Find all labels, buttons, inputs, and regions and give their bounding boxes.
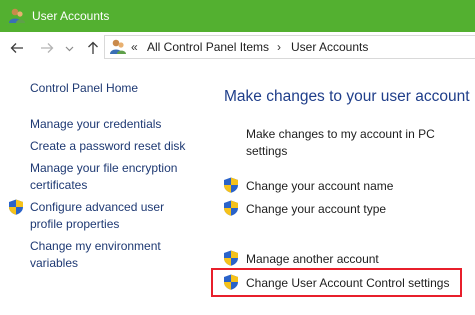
manage-another-account-link[interactable]: Manage another account: [246, 251, 379, 268]
recent-locations-button[interactable]: [59, 38, 79, 58]
link-line: Configure advanced user: [30, 200, 165, 214]
link-line: certificates: [30, 178, 88, 192]
link-line: Make changes to my account in PC: [246, 127, 435, 141]
back-button[interactable]: [7, 38, 27, 58]
link-line: settings: [246, 144, 288, 158]
pc-settings-link[interactable]: Make changes to my account in PC setting…: [246, 126, 435, 160]
chevron-down-icon: [65, 46, 73, 51]
breadcrumb-all-control-panel-items[interactable]: All Control Panel Items: [147, 40, 269, 54]
breadcrumb-separator[interactable]: ›: [277, 40, 281, 54]
breadcrumb-user-accounts[interactable]: User Accounts: [291, 40, 368, 54]
file-encryption-certificates-link[interactable]: Manage your file encryption certificates: [30, 160, 177, 194]
arrow-right-icon: [41, 43, 54, 53]
title-bar: User Accounts: [0, 0, 475, 32]
control-panel-home-link[interactable]: Control Panel Home: [30, 80, 138, 97]
manage-credentials-link[interactable]: Manage your credentials: [30, 116, 161, 133]
environment-variables-link[interactable]: Change my environment variables: [30, 238, 161, 272]
up-button[interactable]: [83, 38, 103, 58]
uac-shield-icon: [224, 200, 238, 216]
advanced-user-profile-link[interactable]: Configure advanced user profile properti…: [30, 199, 164, 233]
change-account-type-link[interactable]: Change your account type: [246, 201, 386, 218]
uac-shield-icon: [224, 250, 238, 266]
page-title: Make changes to your user account: [224, 88, 470, 105]
link-line: profile properties: [30, 217, 120, 231]
navigation-bar: « All Control Panel Items › User Account…: [0, 32, 475, 64]
change-uac-settings-link[interactable]: Change User Account Control settings: [246, 275, 449, 292]
change-account-name-link[interactable]: Change your account name: [246, 178, 393, 195]
breadcrumb-overflow-button[interactable]: «: [131, 40, 138, 54]
arrow-up-icon: [88, 41, 98, 54]
uac-shield-icon: [224, 274, 238, 290]
link-line: Change my environment: [30, 239, 161, 253]
link-line: Manage your file encryption: [30, 161, 178, 175]
address-bar[interactable]: « All Control Panel Items › User Account…: [104, 35, 475, 59]
user-accounts-icon: [9, 8, 25, 23]
uac-shield-icon: [224, 177, 238, 193]
forward-button[interactable]: [37, 38, 57, 58]
uac-shield-icon: [9, 199, 23, 215]
arrow-left-icon: [10, 43, 23, 53]
user-accounts-location-icon: [110, 39, 126, 54]
link-line: variables: [30, 256, 79, 270]
password-reset-disk-link[interactable]: Create a password reset disk: [30, 138, 185, 155]
window-title: User Accounts: [32, 9, 110, 23]
